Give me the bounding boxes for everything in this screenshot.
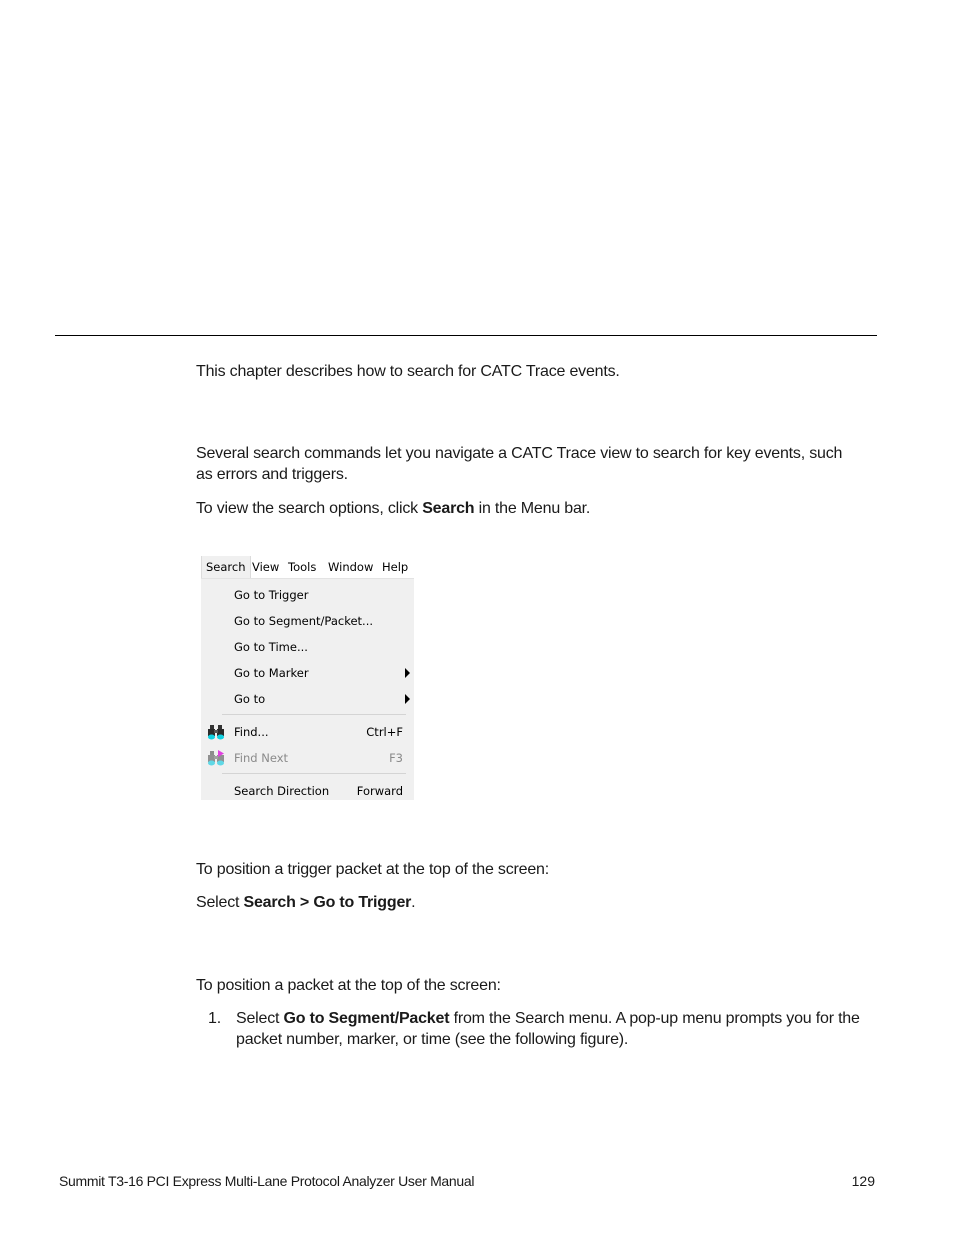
packet-lead-paragraph: To position a packet at the top of the s… bbox=[196, 977, 501, 994]
bold-term: Go to Segment/Packet bbox=[283, 1010, 450, 1027]
text: . bbox=[411, 894, 416, 911]
menu-item-label: Go to Time... bbox=[234, 640, 308, 654]
menu-window[interactable]: Window bbox=[328, 560, 373, 574]
menu-item-search-direction[interactable]: Search Direction Forward bbox=[201, 780, 414, 800]
menu-item-label: Go to Trigger bbox=[234, 588, 309, 602]
menu-item-find[interactable]: Find... Ctrl+F bbox=[201, 721, 414, 743]
chapter-divider bbox=[55, 335, 877, 336]
menu-separator bbox=[222, 714, 406, 715]
menu-item-value: Forward bbox=[356, 784, 403, 798]
menu-item-go-to-time[interactable]: Go to Time... bbox=[201, 636, 414, 658]
search-commands-paragraph: Several search commands let you navigate… bbox=[196, 445, 843, 483]
menu-item-label: Go to bbox=[234, 692, 266, 706]
menu-item-label: Find... bbox=[234, 725, 269, 739]
trigger-step-paragraph: Select Search > Go to Trigger. bbox=[196, 892, 416, 913]
menu-item-shortcut: F3 bbox=[389, 751, 403, 765]
text: To view the search options, click bbox=[196, 500, 423, 517]
menu-item-shortcut: Ctrl+F bbox=[366, 725, 403, 739]
text: Select bbox=[236, 1010, 284, 1027]
search-menu-screenshot: Search View Tools Window Help Go to Trig… bbox=[201, 556, 414, 800]
menu-item-go-to-segment-packet[interactable]: Go to Segment/Packet... bbox=[201, 610, 414, 632]
text: in the Menu bar. bbox=[474, 500, 591, 517]
bold-term: Search > Go to Trigger bbox=[243, 894, 412, 911]
footer-title: Summit T3-16 PCI Express Multi-Lane Prot… bbox=[59, 1173, 475, 1189]
menu-item-go-to[interactable]: Go to bbox=[201, 688, 414, 710]
menu-separator bbox=[222, 773, 406, 774]
text: Select bbox=[196, 894, 244, 911]
list-text: Select Go to Segment/Packet from the Sea… bbox=[236, 1008, 866, 1050]
menu-item-go-to-trigger[interactable]: Go to Trigger bbox=[201, 584, 414, 606]
trigger-lead-paragraph: To position a trigger packet at the top … bbox=[196, 861, 549, 878]
submenu-arrow-icon bbox=[405, 668, 410, 678]
menu-item-go-to-marker[interactable]: Go to Marker bbox=[201, 662, 414, 684]
menu-item-find-next[interactable]: Find Next F3 bbox=[201, 747, 414, 769]
binoculars-next-icon bbox=[208, 750, 224, 766]
list-number: 1. bbox=[208, 1010, 221, 1027]
menu-item-label: Find Next bbox=[234, 751, 289, 765]
menu-help[interactable]: Help bbox=[382, 560, 408, 574]
view-options-paragraph: To view the search options, click Search… bbox=[196, 498, 590, 519]
menu-item-label: Search Direction bbox=[234, 784, 330, 798]
bold-term: Search bbox=[422, 500, 475, 517]
menu-item-label: Go to Marker bbox=[234, 666, 309, 680]
submenu-arrow-icon bbox=[405, 694, 410, 704]
menu-tools[interactable]: Tools bbox=[288, 560, 316, 574]
intro-paragraph: This chapter describes how to search for… bbox=[196, 363, 620, 380]
page-number: 129 bbox=[851, 1173, 875, 1189]
menu-bar: Search View Tools Window Help bbox=[201, 556, 414, 579]
binoculars-icon bbox=[208, 725, 224, 740]
menu-search[interactable]: Search bbox=[201, 556, 251, 578]
menu-item-label: Go to Segment/Packet... bbox=[234, 614, 374, 628]
menu-view[interactable]: View bbox=[252, 560, 279, 574]
